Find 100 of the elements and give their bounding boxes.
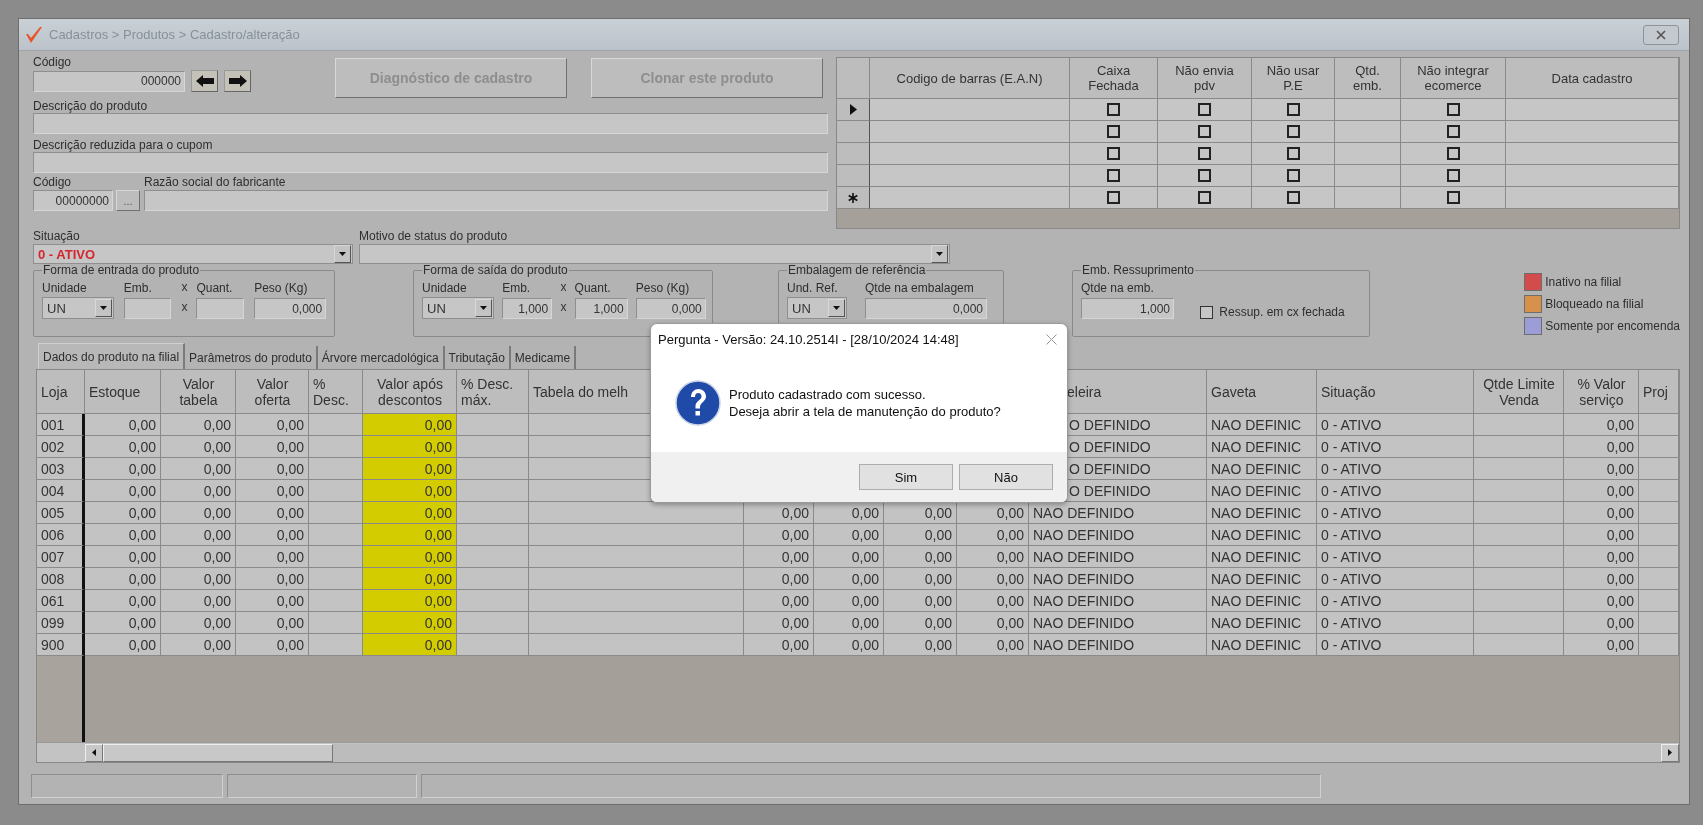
description-field[interactable]: [33, 113, 828, 134]
checkbox[interactable]: [1198, 147, 1211, 160]
number-field[interactable]: [123, 298, 171, 319]
checkbox[interactable]: [1446, 191, 1460, 204]
unit-dropdown[interactable]: UN: [42, 297, 114, 319]
dialog-button[interactable]: Sim: [859, 464, 953, 490]
table-cell: NAO DEFINIDO: [1029, 634, 1207, 656]
checkbox[interactable]: [1107, 169, 1120, 182]
table-cell: 0,00: [1564, 590, 1639, 612]
table-cell: 0,00: [236, 546, 309, 568]
number-field[interactable]: 1,000: [1081, 298, 1174, 319]
column-header: Loja: [37, 370, 85, 414]
table-cell: 0,00: [85, 612, 161, 634]
checkbox[interactable]: [1446, 169, 1460, 182]
checkbox[interactable]: [1286, 125, 1300, 138]
column-header: Gaveta: [1207, 370, 1317, 414]
checkbox[interactable]: [1198, 103, 1211, 116]
checkbox[interactable]: [1107, 125, 1120, 138]
table-cell: 0,00: [957, 634, 1029, 656]
column-header: Caixa Fechada: [1070, 58, 1158, 99]
field-label: Razão social do fabricante: [144, 175, 287, 189]
table-cell: 0,00: [957, 590, 1029, 612]
check-logo-icon: [25, 25, 43, 44]
close-button[interactable]: [1643, 24, 1679, 45]
scroll-right-button[interactable]: [1661, 743, 1679, 762]
table-cell: 0,00: [1564, 480, 1639, 502]
table-cell: 008: [37, 568, 85, 590]
scroll-left-button[interactable]: [85, 743, 103, 762]
manufacturer-code-field[interactable]: 00000000: [33, 190, 113, 211]
table-cell: 0,00: [85, 414, 161, 436]
multiply-sign: x: [560, 280, 567, 294]
table-cell: 0,00: [236, 634, 309, 656]
column-header: Não integrar ecomerce: [1401, 58, 1506, 99]
table-cell: NAO DEFINIC: [1207, 634, 1317, 656]
number-field[interactable]: 0,000: [865, 298, 987, 319]
table-cell: 0,00: [236, 524, 309, 546]
tab[interactable]: Dados do produto na filial: [38, 343, 186, 369]
table-cell: 0,00: [814, 568, 884, 590]
next-button[interactable]: [224, 70, 251, 92]
table-cell: NAO DEFINIDO: [1029, 612, 1207, 634]
table-cell: 0,00: [814, 502, 884, 524]
table-cell: 0,00: [1564, 502, 1639, 524]
checkbox[interactable]: [1198, 191, 1211, 204]
column-header: Não usar P.E: [1252, 58, 1335, 99]
dialog-title: Pergunta - Versão: 24.10.2514I - [28/10/2024 14:48]: [658, 331, 959, 347]
table-cell: 007: [37, 546, 85, 568]
unit-dropdown[interactable]: UN: [422, 297, 494, 319]
checkbox[interactable]: [1107, 191, 1120, 204]
manufacturer-name-field[interactable]: [144, 190, 828, 211]
table-cell: 0,00: [1564, 634, 1639, 656]
unit-dropdown[interactable]: UN: [787, 297, 847, 319]
table-cell: 0 - ATIVO: [1317, 502, 1474, 524]
checkbox[interactable]: [1107, 103, 1120, 116]
table-cell: 099: [37, 612, 85, 634]
number-field[interactable]: 0,000: [254, 298, 327, 319]
table-cell: 001: [37, 414, 85, 436]
column-header: Valor tabela: [161, 370, 236, 414]
checkbox[interactable]: [1198, 125, 1211, 138]
previous-button[interactable]: [191, 70, 218, 92]
field-label: Motivo de status do produto: [359, 229, 509, 243]
table-cell: 0,00: [884, 524, 957, 546]
table-cell: 0,00: [363, 634, 457, 656]
table-cell: 0,00: [85, 480, 161, 502]
checkbox[interactable]: [1200, 305, 1214, 319]
number-field[interactable]: 0,000: [635, 298, 706, 319]
group-title: Forma de saída do produto: [422, 263, 569, 277]
table-cell: NAO DEFINIC: [1207, 590, 1317, 612]
legend-label: Inativo na filial: [1545, 275, 1622, 289]
table-cell: 0,00: [363, 458, 457, 480]
group-title: Emb. Ressuprimento: [1081, 263, 1196, 277]
table-cell: 0,00: [236, 458, 309, 480]
number-field[interactable]: 1,000: [502, 298, 553, 319]
table-cell: 0,00: [85, 546, 161, 568]
close-icon: [1046, 333, 1057, 345]
table-cell: 0,00: [1564, 436, 1639, 458]
table-cell: 0,00: [884, 634, 957, 656]
number-field[interactable]: 1,000: [574, 298, 628, 319]
table-cell: NAO DEFINIC: [1207, 612, 1317, 634]
checkbox[interactable]: [1198, 169, 1211, 182]
checkbox[interactable]: [1286, 191, 1300, 204]
table-cell: NAO DEFINIDO: [1029, 502, 1207, 524]
table-cell: 0,00: [884, 546, 957, 568]
field-label: Descrição do produto: [33, 99, 149, 113]
checkbox[interactable]: [1286, 103, 1300, 116]
checkbox[interactable]: [1107, 147, 1120, 160]
table-cell: NAO DEFINIDO: [1029, 568, 1207, 590]
checkbox[interactable]: [1446, 103, 1460, 116]
checkbox[interactable]: [1446, 125, 1460, 138]
field-label: Emb.: [502, 281, 532, 295]
checkbox[interactable]: [1286, 147, 1300, 160]
scrollbar-thumb[interactable]: [103, 743, 333, 762]
browse-button[interactable]: ...: [116, 190, 140, 211]
checkbox[interactable]: [1446, 147, 1460, 160]
checkbox[interactable]: [1286, 169, 1300, 182]
number-field[interactable]: [196, 298, 245, 319]
dialog-button[interactable]: Não: [959, 464, 1053, 490]
field-label: Peso (Kg): [635, 281, 691, 295]
short-description-field[interactable]: [33, 152, 828, 173]
code-field[interactable]: 000000: [33, 70, 185, 92]
column-header: % Desc.: [309, 370, 363, 414]
